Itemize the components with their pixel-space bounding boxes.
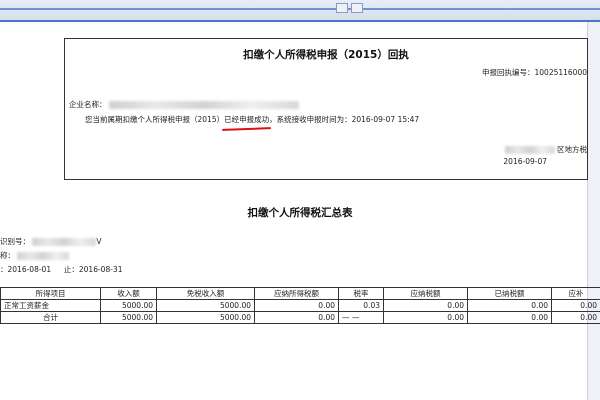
period-to: 2016-08-31 — [78, 265, 123, 274]
taxpayer-name-label: 称： — [0, 251, 15, 260]
minimize-icon[interactable] — [336, 3, 348, 13]
company-label: 企业名称： — [69, 100, 107, 109]
redacted-taxpayer-name — [17, 252, 70, 260]
status-suffix: ，系统接收申报时间为：2016-09-07 15:47 — [269, 115, 420, 124]
table-row: 正常工资薪金 5000.00 5000.00 0.00 0.03 0.00 0.… — [0, 299, 600, 312]
taxpayer-name-row: 称： — [0, 250, 70, 261]
column-header: 所得项目 — [0, 287, 101, 300]
table-cell: 5000.00 — [156, 299, 255, 312]
maximize-icon[interactable] — [351, 3, 363, 13]
column-header: 应纳税额 — [383, 287, 468, 300]
tax-id-label: 识别号： — [0, 237, 30, 246]
toolbar-divider — [0, 8, 600, 10]
receipt-date: 2016-09-07 — [503, 157, 547, 166]
tax-summary-table: 所得项目 收入额 免税收入额 应纳所得税额 税率 应纳税额 已纳税额 应补 正常… — [0, 287, 600, 324]
table-cell: 5000.00 — [100, 311, 157, 324]
table-cell: 5000.00 — [156, 311, 255, 324]
redacted-tax-id — [32, 238, 97, 246]
table-cell: 0.00 — [383, 311, 468, 324]
table-row: 合计 5000.00 5000.00 0.00 — — 0.00 0.00 0.… — [0, 311, 600, 324]
summary-title: 扣缴个人所得税汇总表 — [247, 207, 353, 219]
table-cell: 0.00 — [467, 311, 552, 324]
tax-period-row: ：2016-08-01 止：2016-08-31 — [0, 264, 122, 275]
table-header-row: 所得项目 收入额 免税收入额 应纳所得税额 税率 应纳税额 已纳税额 应补 — [0, 287, 600, 300]
company-name-row: 企业名称： — [69, 99, 299, 110]
table-cell: 0.00 — [467, 299, 552, 312]
status-success: 已经申报成功 — [224, 115, 270, 124]
table-cell: 0.03 — [338, 299, 384, 312]
table-cell: — — — [338, 311, 384, 324]
redacted-company-name — [108, 101, 299, 109]
column-header: 收入额 — [100, 287, 157, 300]
table-cell: 5000.00 — [100, 299, 157, 312]
period-from: 2016-08-01 — [7, 265, 52, 274]
column-header: 税率 — [338, 287, 384, 300]
table-cell: 0.00 — [551, 299, 600, 312]
receipt-title: 扣缴个人所得税申报（2015）回执 — [243, 49, 409, 61]
table-cell: 0.00 — [254, 311, 339, 324]
tax-office-row: 区地方税 — [505, 144, 587, 155]
table-cell: 合计 — [0, 311, 101, 324]
status-prefix: 您当前属期扣缴个人所得税申报（2015） — [85, 115, 225, 124]
window-toolbar — [0, 0, 600, 22]
period-to-label: 止： — [63, 265, 79, 274]
receipt-number: 申报回执编号：10025116000 — [482, 68, 587, 77]
table-cell: 0.00 — [254, 299, 339, 312]
column-header: 已纳税额 — [467, 287, 552, 300]
tax-office-label: 区地方税 — [557, 145, 587, 154]
tax-id-row: 识别号： V — [0, 236, 102, 247]
column-header: 应纳所得税额 — [254, 287, 339, 300]
period-from-label: ： — [0, 265, 8, 274]
submission-status: 您当前属期扣缴个人所得税申报（2015）已经申报成功，系统接收申报时间为：201… — [85, 114, 419, 125]
tax-id-suffix: V — [96, 237, 102, 246]
receipt-panel: 扣缴个人所得税申报（2015）回执 申报回执编号：10025116000 企业名… — [64, 38, 588, 180]
table-cell: 0.00 — [383, 299, 468, 312]
table-cell: 0.00 — [551, 311, 600, 324]
redacted-tax-office — [505, 146, 555, 154]
column-header: 免税收入额 — [156, 287, 255, 300]
table-cell: 正常工资薪金 — [0, 299, 101, 312]
column-header: 应补 — [551, 287, 600, 300]
